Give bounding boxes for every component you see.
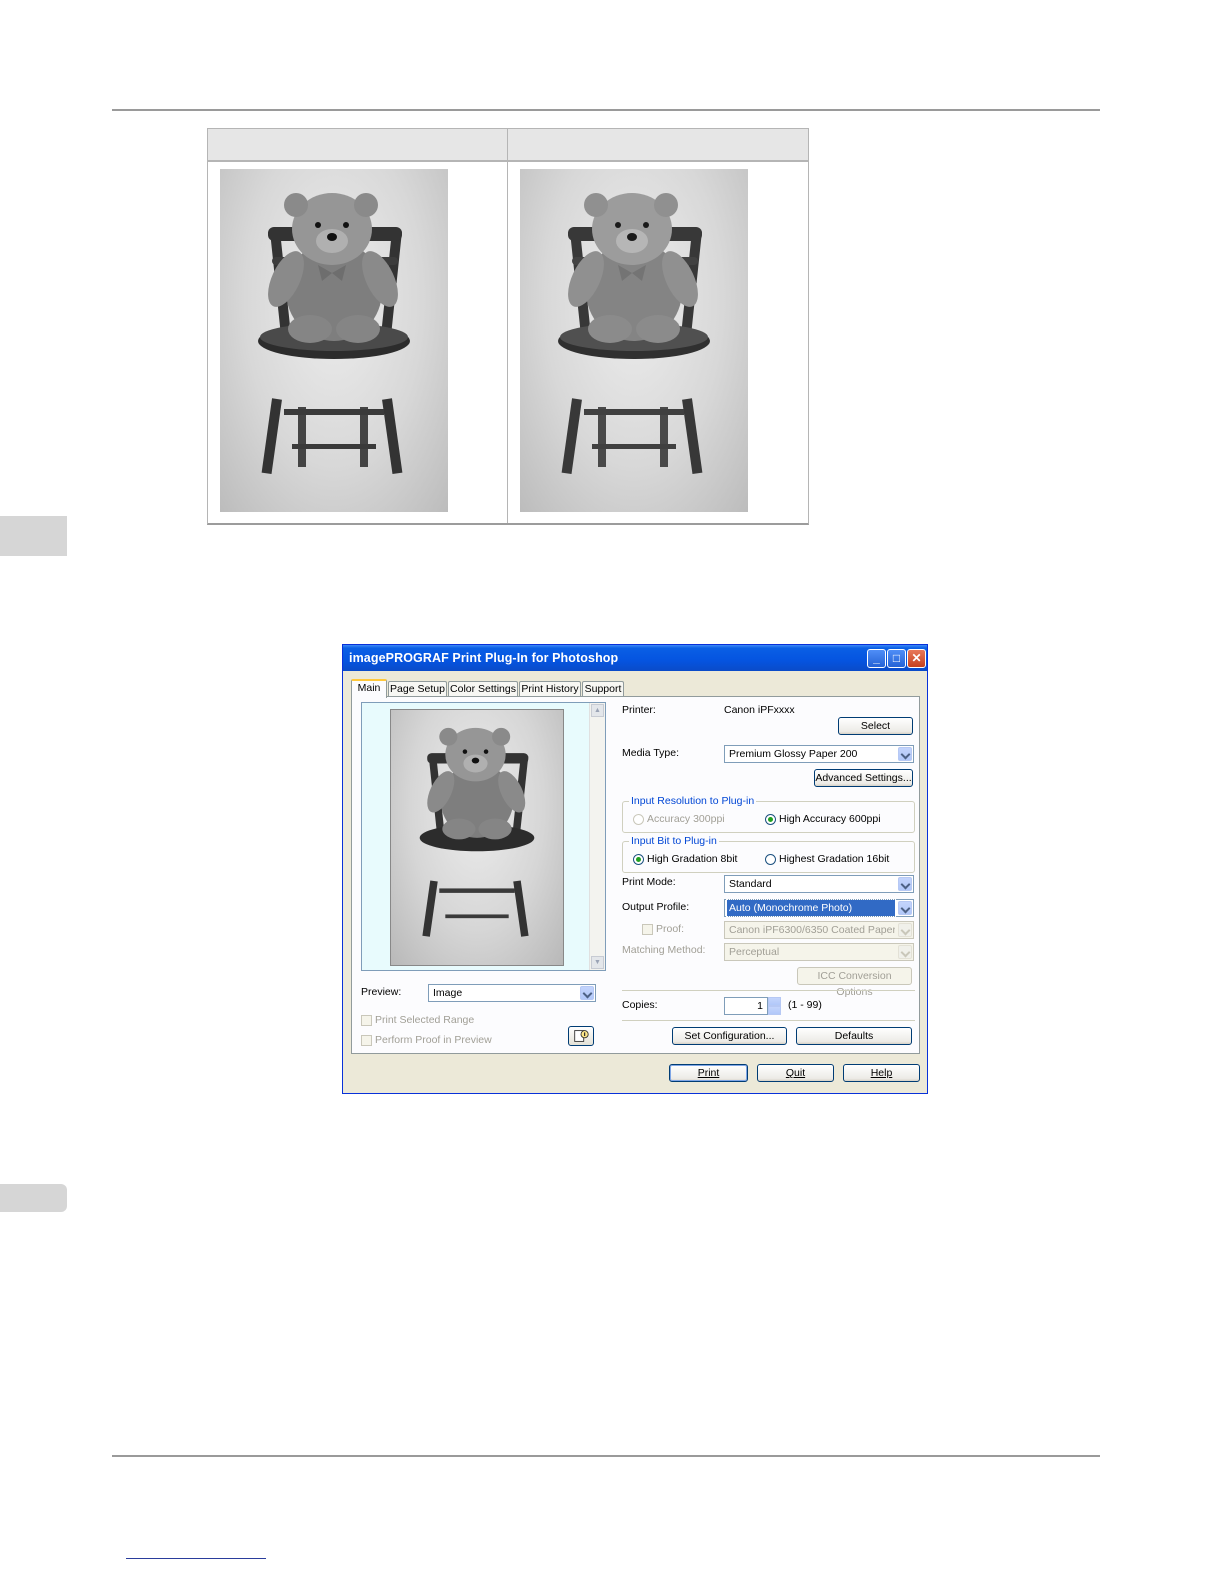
print-mode-label: Print Mode:	[622, 876, 676, 888]
high-gradation-8bit-label: High Gradation 8bit	[647, 853, 738, 865]
chevron-down-icon[interactable]	[898, 747, 912, 761]
preview-scrollbar[interactable]: ▲ ▼	[589, 703, 605, 970]
help-button[interactable]: Help	[843, 1064, 920, 1082]
print-button[interactable]: Print	[669, 1064, 748, 1082]
print-mode-select[interactable]: Standard	[724, 875, 914, 893]
copies-range: (1 - 99)	[788, 999, 822, 1011]
tab-color-settings[interactable]: Color Settings	[448, 681, 518, 696]
chevron-up-icon[interactable]	[768, 997, 781, 1006]
main-tab-panel: ▲ ▼ Preview: Image Print Selected Range …	[351, 696, 920, 1054]
printer-value: Canon iPFxxxx	[724, 704, 795, 716]
preview-select[interactable]: Image	[428, 984, 596, 1002]
scroll-up-icon[interactable]: ▲	[591, 704, 604, 717]
chapter-tab	[0, 516, 67, 556]
defaults-button[interactable]: Defaults	[796, 1027, 912, 1045]
proof-checkbox[interactable]	[642, 924, 653, 935]
copies-label: Copies:	[622, 999, 658, 1011]
maximize-icon[interactable]: □	[887, 649, 906, 668]
preview-label: Preview:	[361, 986, 402, 998]
proof-label: Proof:	[656, 923, 685, 935]
perform-proof-checkbox[interactable]	[361, 1035, 372, 1046]
highest-gradation-16bit-radio[interactable]	[765, 854, 776, 865]
comparison-header	[208, 129, 808, 162]
footer-link-underline[interactable]	[126, 1558, 266, 1559]
header-rule	[112, 109, 1100, 111]
accuracy-300ppi-label: Accuracy 300ppi	[647, 813, 725, 825]
select-button[interactable]: Select	[838, 717, 913, 735]
scroll-down-icon[interactable]: ▼	[591, 956, 604, 969]
title-bar[interactable]: imagePROGRAF Print Plug-In for Photoshop…	[343, 645, 927, 671]
chevron-down-icon	[898, 923, 912, 937]
quit-button[interactable]: Quit	[757, 1064, 834, 1082]
perform-proof-label: Perform Proof in Preview	[375, 1034, 492, 1046]
matching-method-label: Matching Method:	[622, 944, 706, 956]
info-icon[interactable]	[568, 1026, 594, 1046]
tab-main[interactable]: Main	[351, 679, 387, 698]
icc-conversion-options-button[interactable]: ICC Conversion Options	[797, 967, 912, 998]
tab-support[interactable]: Support	[582, 681, 624, 696]
dialog-title: imagePROGRAF Print Plug-In for Photoshop	[349, 651, 619, 665]
comparison-table	[207, 128, 809, 525]
input-bit-group: Input Bit to Plug-in High Gradation 8bit…	[622, 835, 915, 873]
chevron-down-icon[interactable]	[898, 901, 912, 915]
output-profile-label: Output Profile:	[622, 901, 690, 913]
tab-print-history[interactable]: Print History	[519, 681, 581, 696]
matching-method-select[interactable]: Perceptual	[724, 943, 914, 961]
chevron-down-icon	[898, 945, 912, 959]
teddy-bear-photo-left	[220, 169, 448, 512]
print-selected-range-label: Print Selected Range	[375, 1014, 475, 1026]
chevron-down-icon[interactable]	[580, 986, 594, 1000]
close-icon[interactable]: ✕	[907, 649, 926, 668]
copies-input[interactable]: 1	[724, 997, 768, 1015]
print-plugin-dialog: imagePROGRAF Print Plug-In for Photoshop…	[342, 644, 928, 1094]
input-resolution-group: Input Resolution to Plug-in Accuracy 300…	[622, 795, 915, 833]
copies-stepper[interactable]	[768, 997, 781, 1015]
printer-label: Printer:	[622, 704, 656, 716]
proof-select[interactable]: Canon iPF6300/6350 Coated Paper (...	[724, 921, 914, 939]
footer-rule	[112, 1455, 1100, 1457]
accuracy-300ppi-radio[interactable]	[633, 814, 644, 825]
high-gradation-8bit-radio[interactable]	[633, 854, 644, 865]
chevron-down-icon[interactable]	[898, 877, 912, 891]
minimize-icon[interactable]: _	[867, 649, 886, 668]
output-profile-select[interactable]: Auto (Monochrome Photo)	[724, 899, 914, 917]
media-type-select[interactable]: Premium Glossy Paper 200	[724, 745, 914, 763]
highest-gradation-16bit-label: Highest Gradation 16bit	[779, 853, 890, 865]
high-accuracy-600ppi-radio[interactable]	[765, 814, 776, 825]
preview-area[interactable]: ▲ ▼	[361, 702, 606, 971]
print-selected-range-checkbox[interactable]	[361, 1015, 372, 1026]
teddy-bear-photo-right	[520, 169, 748, 512]
index-tab	[0, 1184, 67, 1212]
tab-page-setup[interactable]: Page Setup	[388, 681, 447, 696]
set-configuration-button[interactable]: Set Configuration...	[672, 1027, 787, 1045]
chevron-down-icon[interactable]	[768, 1006, 781, 1015]
high-accuracy-600ppi-label: High Accuracy 600ppi	[779, 813, 881, 825]
advanced-settings-button[interactable]: Advanced Settings...	[814, 769, 913, 787]
preview-image	[390, 709, 564, 966]
media-type-label: Media Type:	[622, 747, 680, 759]
